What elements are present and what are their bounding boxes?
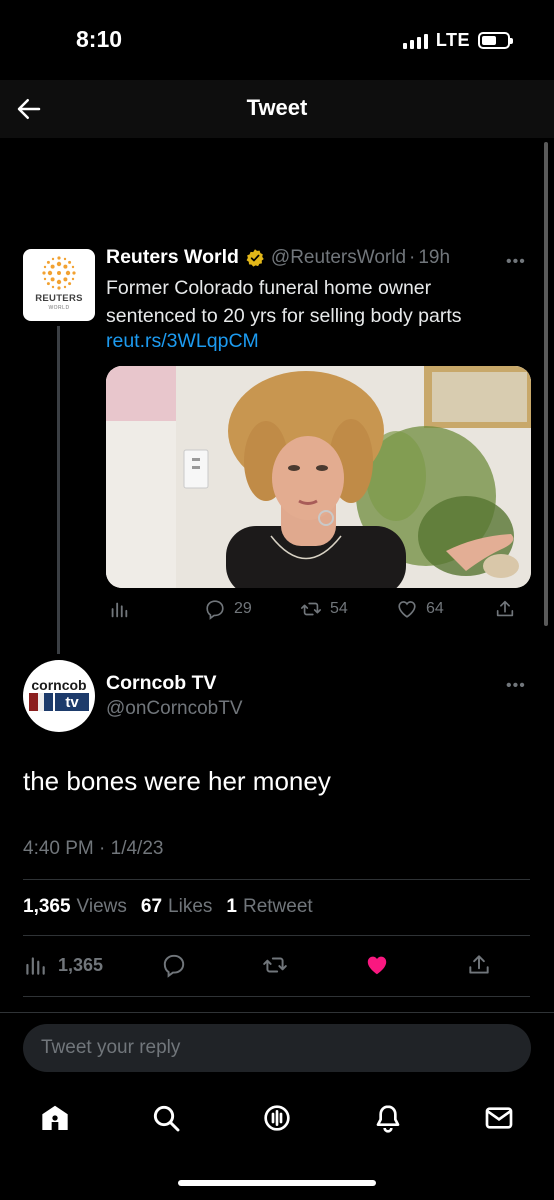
- separator-dot: ·: [409, 246, 416, 268]
- quoted-handle[interactable]: @ReutersWorld: [271, 247, 406, 269]
- verified-badge-icon: [246, 248, 264, 267]
- share-icon: [469, 955, 489, 974]
- spaces-icon[interactable]: [261, 1102, 293, 1134]
- like-button[interactable]: [364, 952, 390, 978]
- retweets-stat[interactable]: 1 Retweet: [226, 896, 312, 918]
- tweet-stats: 1,365 Views 67 Likes 1 Retweet: [23, 896, 313, 918]
- signal-icon: [402, 33, 428, 49]
- tweet-text: the bones were her money: [23, 766, 331, 796]
- heart-outline-icon: [398, 601, 416, 618]
- quoted-reply-button[interactable]: 29: [204, 598, 252, 620]
- reply-input[interactable]: Tweet your reply: [23, 1024, 531, 1072]
- views-button[interactable]: 1,365: [22, 952, 103, 978]
- retweet-icon: [301, 602, 321, 616]
- retweet-icon: [263, 957, 287, 973]
- divider: [23, 879, 530, 880]
- notifications-icon[interactable]: [372, 1102, 404, 1134]
- views-count: 1,365: [58, 954, 104, 975]
- retweet-button[interactable]: [262, 952, 288, 978]
- divider: [23, 935, 530, 936]
- likes-stat[interactable]: 67 Likes: [141, 896, 213, 918]
- home-icon[interactable]: [39, 1102, 71, 1134]
- share-button[interactable]: [466, 952, 492, 978]
- author-name[interactable]: Corncob TV: [106, 672, 217, 695]
- views-icon: [26, 957, 45, 975]
- network-label: LTE: [435, 30, 470, 50]
- corncob-avatar[interactable]: corncob tv: [23, 660, 95, 732]
- reuters-logo-icon: [42, 256, 76, 290]
- reply-icon: [206, 600, 224, 620]
- tweet-actions: 1,365: [0, 952, 554, 982]
- reuters-logo-subtext: WORLD: [48, 305, 70, 311]
- tweet-media-image[interactable]: [106, 366, 531, 588]
- corncob-logo-text: corncob: [31, 677, 86, 693]
- page-title: Tweet: [246, 95, 308, 120]
- quoted-age: 19h: [418, 246, 451, 268]
- reply-count: 29: [234, 600, 252, 617]
- bottom-navigation: [0, 1088, 554, 1148]
- scrollbar[interactable]: [544, 142, 548, 626]
- reuters-logo-text: REUTERS: [35, 293, 83, 304]
- quoted-tweet-text: Former Colorado funeral home owner sente…: [106, 277, 462, 327]
- reply-icon: [163, 954, 185, 978]
- status-bar: 8:10 LTE: [0, 0, 554, 80]
- quoted-author-name[interactable]: Reuters World: [106, 246, 239, 269]
- quoted-retweet-button[interactable]: 54: [300, 598, 348, 620]
- search-icon[interactable]: [150, 1102, 182, 1134]
- reply-button[interactable]: [161, 952, 187, 978]
- divider: [0, 1012, 554, 1013]
- retweet-count: 54: [330, 600, 348, 617]
- quoted-tweet-link[interactable]: reut.rs/3WLqpCM: [106, 330, 259, 353]
- status-time: 8:10: [76, 26, 123, 52]
- views-stat[interactable]: 1,365 Views: [23, 896, 127, 918]
- home-indicator[interactable]: [178, 1180, 376, 1186]
- more-options-icon[interactable]: •••: [506, 253, 526, 271]
- views-icon: [111, 602, 128, 618]
- like-count: 64: [426, 600, 444, 617]
- battery-icon: [478, 32, 513, 49]
- reuters-avatar[interactable]: REUTERS WORLD: [23, 249, 95, 321]
- share-icon: [496, 600, 514, 617]
- heart-filled-icon: [367, 956, 387, 975]
- author-handle[interactable]: @onCorncobTV: [106, 698, 243, 720]
- status-indicators: LTE: [402, 30, 513, 51]
- more-options-icon[interactable]: •••: [506, 677, 526, 695]
- quoted-share-button[interactable]: [494, 598, 516, 620]
- quoted-views-button[interactable]: [108, 598, 130, 620]
- quoted-tweet-actions: 29 54 64: [0, 598, 554, 628]
- messages-icon[interactable]: [483, 1102, 515, 1134]
- reply-placeholder: Tweet your reply: [41, 1037, 181, 1058]
- tweet-timestamp: 4:40 PM · 1/4/23: [23, 838, 164, 859]
- divider: [23, 996, 530, 997]
- tv-logo-text: tv: [65, 694, 79, 711]
- quoted-like-button[interactable]: 64: [396, 598, 444, 620]
- quoted-tweet-header: Reuters World @ReutersWorld · 19h: [106, 246, 450, 269]
- top-navigation-bar: Tweet: [0, 80, 554, 138]
